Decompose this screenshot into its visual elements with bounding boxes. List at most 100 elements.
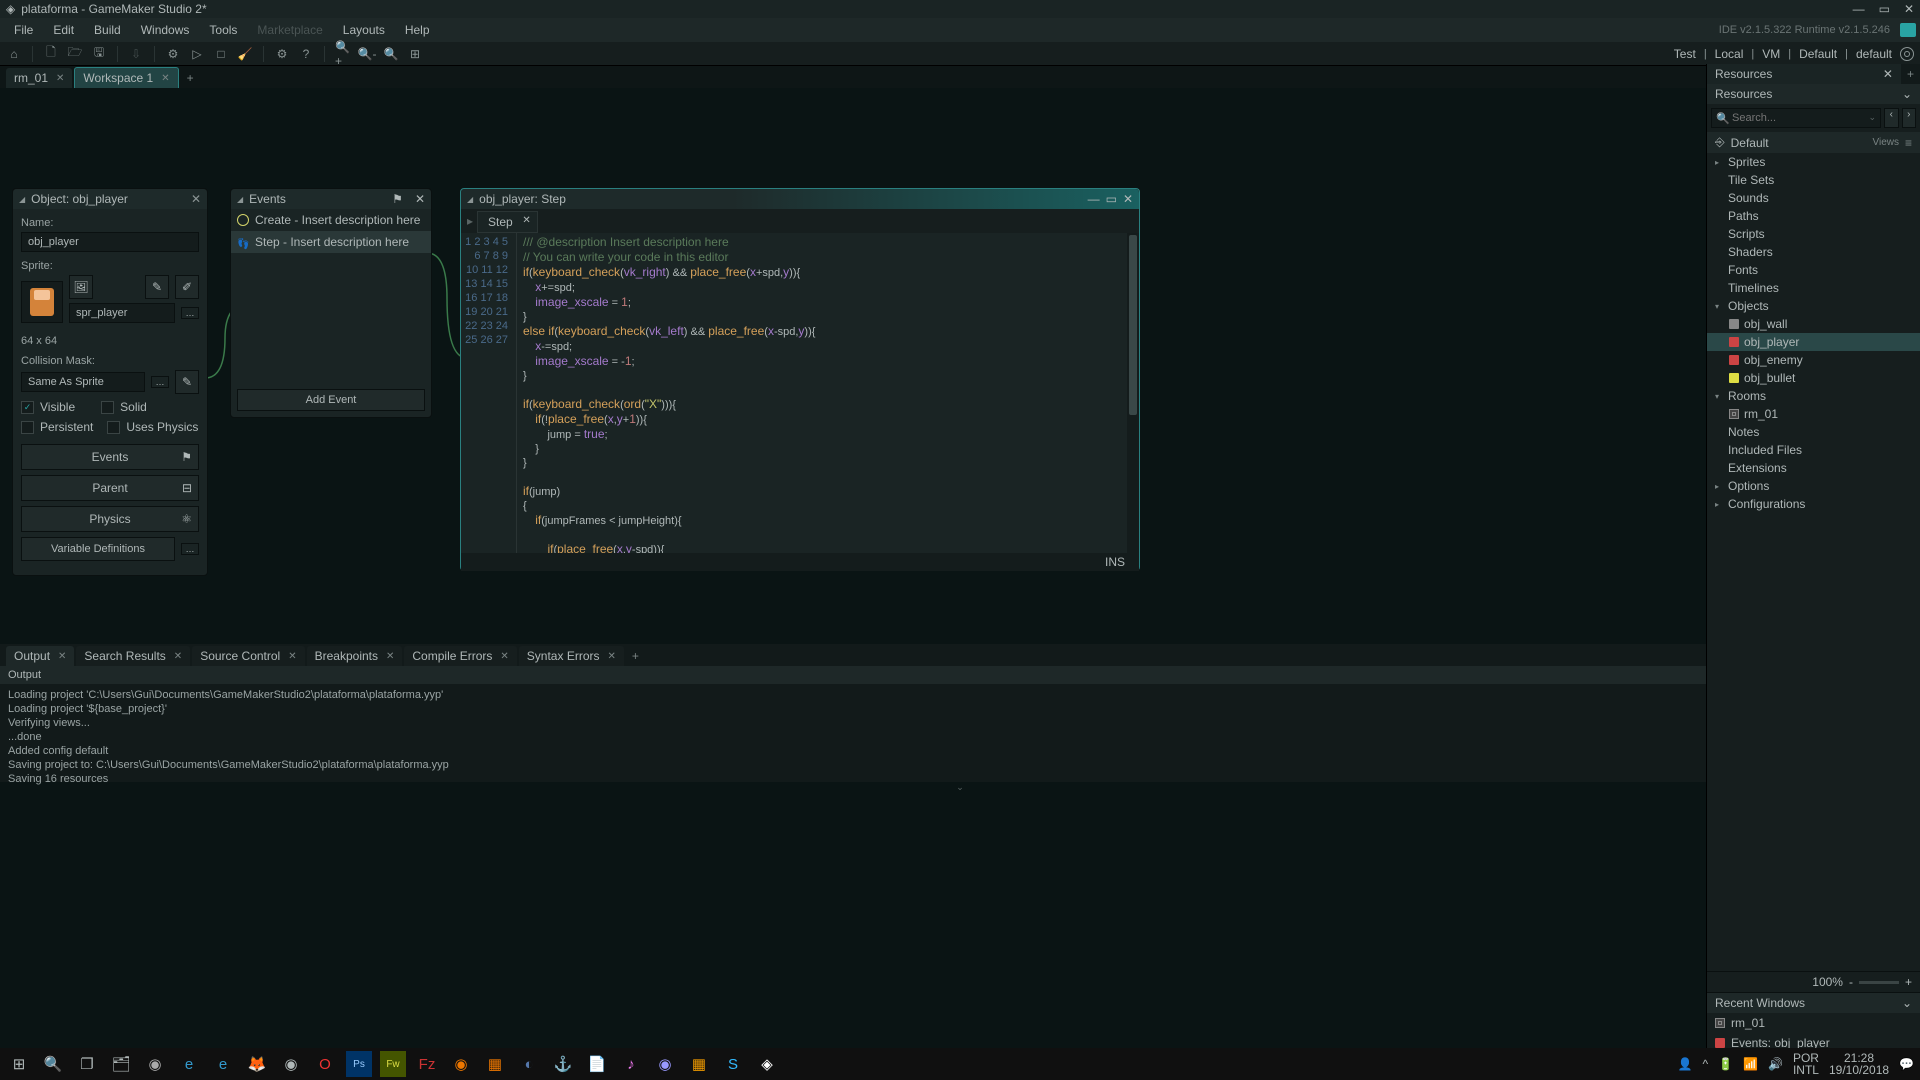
app-icon[interactable]: ▦ <box>482 1051 508 1077</box>
hamburger-icon[interactable]: ≡ <box>1905 136 1912 150</box>
tree-node[interactable]: Sounds <box>1707 189 1920 207</box>
target-config[interactable]: default <box>1854 47 1894 61</box>
tree-node[interactable]: Extensions <box>1707 459 1920 477</box>
app-icon[interactable]: ⚓ <box>550 1051 576 1077</box>
search-icon[interactable]: 🔍 <box>40 1051 66 1077</box>
tree-node[interactable]: Paths <box>1707 207 1920 225</box>
menu-layouts[interactable]: Layouts <box>333 20 395 40</box>
vardef-more-icon[interactable]: … <box>181 543 199 555</box>
target-test[interactable]: Test <box>1672 47 1698 61</box>
explorer-icon[interactable]: 🗂 <box>108 1051 134 1077</box>
tree-node[interactable]: ▾Rooms <box>1707 387 1920 405</box>
start-icon[interactable]: ⊞ <box>6 1051 32 1077</box>
visible-checkbox[interactable] <box>21 401 34 414</box>
recent-window-item[interactable]: rm_01 <box>1707 1013 1920 1033</box>
people-icon[interactable]: 👤 <box>1678 1057 1693 1071</box>
new-sprite-icon[interactable]: 🖼 <box>69 275 93 299</box>
search-input[interactable] <box>1711 108 1881 128</box>
event-create[interactable]: Create - Insert description here <box>231 209 431 231</box>
tree-node[interactable]: Notes <box>1707 423 1920 441</box>
discord-icon[interactable]: ◉ <box>652 1051 678 1077</box>
anchor-icon[interactable]: ⎆ <box>1715 135 1725 150</box>
edit-sprite-icon[interactable]: ✎ <box>145 275 169 299</box>
clock[interactable]: 21:2819/10/2018 <box>1829 1052 1889 1076</box>
clean-icon[interactable]: 🧹 <box>237 46 253 62</box>
maximize-icon[interactable]: ▭ <box>1879 2 1890 16</box>
tab-close-icon[interactable]: ✕ <box>522 215 530 226</box>
volume-icon[interactable]: 🔊 <box>1768 1057 1783 1071</box>
tab-compile-errors[interactable]: Compile Errors✕ <box>404 646 516 666</box>
vardef-button[interactable]: Variable Definitions <box>21 537 175 561</box>
tab-close-icon[interactable]: ✕ <box>56 73 64 84</box>
sprite-name-input[interactable] <box>69 303 175 323</box>
tab-source-control[interactable]: Source Control✕ <box>192 646 304 666</box>
app-icon[interactable]: 📄 <box>584 1051 610 1077</box>
resources-tree[interactable]: ▸SpritesTile SetsSoundsPathsScriptsShade… <box>1707 153 1920 971</box>
game-options-icon[interactable]: ⚙ <box>274 46 290 62</box>
events-button[interactable]: Events⚑ <box>21 444 199 470</box>
tab-output[interactable]: Output✕ <box>6 646 74 666</box>
event-step[interactable]: Step - Insert description here <box>231 231 431 253</box>
target-local[interactable]: Local <box>1713 47 1746 61</box>
menu-edit[interactable]: Edit <box>43 20 84 40</box>
help-icon[interactable]: ? <box>298 46 314 62</box>
expand-icon[interactable]: ▸ <box>463 211 477 233</box>
tab-close-icon[interactable]: ✕ <box>161 73 169 84</box>
target-default[interactable]: Default <box>1797 47 1839 61</box>
physics-checkbox[interactable] <box>107 421 120 434</box>
firefox-icon[interactable]: 🦊 <box>244 1051 270 1077</box>
recent-windows-header[interactable]: Recent Windows⌄ <box>1707 993 1920 1013</box>
menu-file[interactable]: File <box>4 20 43 40</box>
open-project-icon[interactable]: 🗁 <box>67 46 83 62</box>
collision-edit-icon[interactable]: ✎ <box>175 370 199 394</box>
stop-icon[interactable]: □ <box>213 46 229 62</box>
collapse-icon[interactable]: ◢ <box>19 195 25 204</box>
sublime-icon[interactable]: ▦ <box>686 1051 712 1077</box>
panel-close-icon[interactable]: ✕ <box>415 192 425 206</box>
tree-node[interactable]: ▸Sprites <box>1707 153 1920 171</box>
tray-up-icon[interactable]: ^ <box>1702 1057 1708 1071</box>
panel-maximize-icon[interactable]: ▭ <box>1106 192 1117 206</box>
search-prev-icon[interactable]: ‹ <box>1884 108 1899 128</box>
skype-icon[interactable]: S <box>720 1051 746 1077</box>
code-editor[interactable]: 1 2 3 4 5 6 7 8 9 10 11 12 13 14 15 16 1… <box>461 233 1139 553</box>
collapse-icon[interactable]: ◢ <box>237 195 243 204</box>
target-icon[interactable] <box>1900 47 1914 61</box>
battery-icon[interactable]: 🔋 <box>1718 1057 1733 1071</box>
output-body[interactable]: Loading project 'C:\Users\Gui\Documents\… <box>0 684 1920 782</box>
play-icon[interactable]: ▷ <box>189 46 205 62</box>
photoshop-icon[interactable]: Ps <box>346 1051 372 1077</box>
sprite-dropdown-icon[interactable]: … <box>181 307 199 319</box>
opera-icon[interactable]: O <box>312 1051 338 1077</box>
tab-close-icon[interactable]: ✕ <box>1883 67 1893 81</box>
notifications-icon[interactable]: 💬 <box>1899 1057 1914 1071</box>
expander-handle[interactable]: ⌄ <box>0 782 1920 794</box>
steam-icon[interactable]: ◉ <box>142 1051 168 1077</box>
resources-tab[interactable]: Resources✕ <box>1707 64 1901 84</box>
language-indicator[interactable]: PORINTL <box>1793 1052 1819 1076</box>
panel-minimize-icon[interactable]: ― <box>1088 192 1100 206</box>
code-scrollbar[interactable] <box>1127 233 1139 553</box>
zoom-in-icon[interactable]: 🔍+ <box>335 46 351 62</box>
tab-workspace1[interactable]: Workspace 1✕ <box>74 67 178 88</box>
menu-windows[interactable]: Windows <box>131 20 200 40</box>
zoom-out-icon[interactable]: 🔍- <box>359 46 375 62</box>
tree-node[interactable]: Tile Sets <box>1707 171 1920 189</box>
collision-input[interactable] <box>21 372 145 392</box>
search-next-icon[interactable]: › <box>1902 108 1917 128</box>
chevron-down-icon[interactable]: ⌄ <box>1902 87 1912 101</box>
dock-icon[interactable]: ⊞ <box>407 46 423 62</box>
menu-tools[interactable]: Tools <box>199 20 247 40</box>
close-icon[interactable]: ✕ <box>1904 2 1914 16</box>
debug-icon[interactable]: ⚙ <box>165 46 181 62</box>
tree-node[interactable]: rm_01 <box>1707 405 1920 423</box>
solid-checkbox[interactable] <box>101 401 114 414</box>
tree-node[interactable]: obj_bullet <box>1707 369 1920 387</box>
parent-button[interactable]: Parent⊟ <box>21 475 199 501</box>
create-exe-icon[interactable]: ⇩ <box>128 46 144 62</box>
chrome-icon[interactable]: ◉ <box>278 1051 304 1077</box>
edit-image-icon[interactable]: ✐ <box>175 275 199 299</box>
chevron-down-icon[interactable]: ⌄ <box>1868 112 1876 123</box>
resources-header[interactable]: Resources⌄ <box>1707 84 1920 104</box>
events-panel-header[interactable]: ◢ Events ⚑ ✕ <box>231 189 431 209</box>
